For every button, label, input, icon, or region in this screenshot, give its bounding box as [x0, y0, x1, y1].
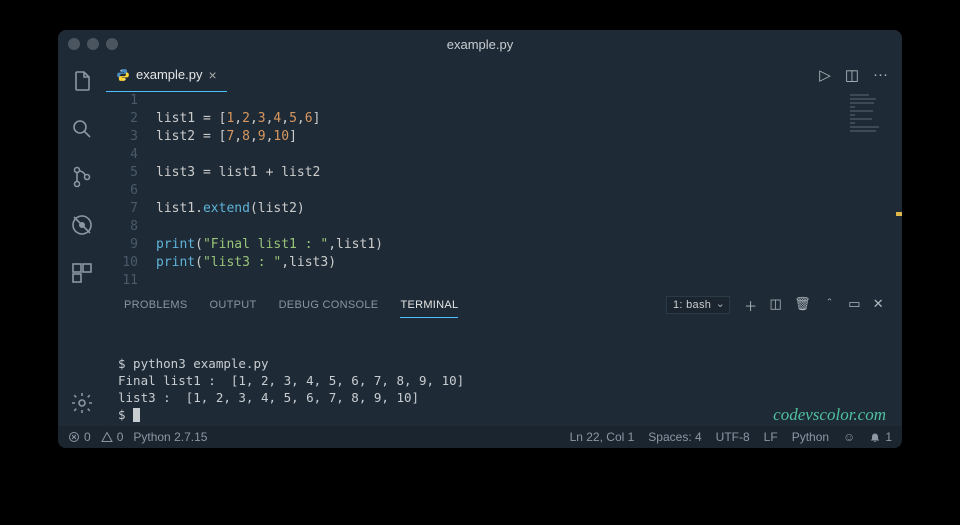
minimize-dot[interactable] [87, 38, 99, 50]
code-editor[interactable]: 1234567891011 list1 = [1,2,3,4,5,6]list2… [106, 92, 902, 288]
debug-icon[interactable] [69, 212, 95, 238]
editor-area: example.py × ▷ ◫ ··· 1234567891011 list1… [106, 58, 902, 426]
editor-actions: ▷ ◫ ··· [819, 66, 902, 84]
panel-tab-output[interactable]: OUTPUT [210, 299, 257, 311]
panel-tab-terminal[interactable]: TERMINAL [400, 299, 458, 318]
close-tab-icon[interactable]: × [208, 67, 216, 83]
python-file-icon [116, 68, 130, 82]
source-control-icon[interactable] [69, 164, 95, 190]
status-encoding[interactable]: UTF-8 [716, 430, 750, 444]
extensions-icon[interactable] [69, 260, 95, 286]
more-actions-button[interactable]: ··· [873, 66, 888, 84]
maximize-panel-up-button[interactable]: ＾ [823, 296, 836, 315]
tab-example-py[interactable]: example.py × [106, 58, 227, 92]
tab-bar: example.py × ▷ ◫ ··· [106, 58, 902, 92]
status-python-version[interactable]: Python 2.7.15 [133, 430, 207, 444]
toggle-panel-button[interactable]: ▭ [848, 296, 861, 315]
status-language[interactable]: Python [792, 430, 829, 444]
status-eol[interactable]: LF [764, 430, 778, 444]
kill-terminal-button[interactable]: 🗑 [794, 296, 811, 315]
run-button[interactable]: ▷ [819, 66, 831, 84]
panel-tab-problems[interactable]: PROBLEMS [124, 299, 188, 311]
status-notifications[interactable]: 1 [869, 430, 892, 444]
titlebar: example.py [58, 30, 902, 58]
panel-tab-debug[interactable]: DEBUG CONSOLE [279, 299, 379, 311]
panel-toolbar: 1: bash ＋ ◫ 🗑 ＾ ▭ ✕ [666, 296, 884, 315]
close-dot[interactable] [68, 38, 80, 50]
explorer-icon[interactable] [69, 68, 95, 94]
status-feedback-icon[interactable]: ☺ [843, 430, 855, 444]
status-bar: 0 0 Python 2.7.15 Ln 22, Col 1 Spaces: 4… [58, 426, 902, 448]
new-terminal-button[interactable]: ＋ [744, 296, 757, 315]
status-indent[interactable]: Spaces: 4 [648, 430, 701, 444]
activity-bar [58, 58, 106, 426]
panel-tabs: PROBLEMS OUTPUT DEBUG CONSOLE TERMINAL 1… [106, 289, 902, 321]
terminal-content[interactable]: $ python3 example.pyFinal list1 : [1, 2,… [106, 321, 902, 426]
code-content[interactable]: list1 = [1,2,3,4,5,6]list2 = [7,8,9,10]l… [156, 92, 902, 288]
bottom-panel: PROBLEMS OUTPUT DEBUG CONSOLE TERMINAL 1… [106, 288, 902, 426]
status-cursor-pos[interactable]: Ln 22, Col 1 [570, 430, 635, 444]
window-title: example.py [447, 37, 513, 52]
search-icon[interactable] [69, 116, 95, 142]
watermark: codevscolor.com [773, 406, 886, 423]
main-area: example.py × ▷ ◫ ··· 1234567891011 list1… [58, 58, 902, 426]
tab-label: example.py [136, 67, 202, 82]
close-panel-button[interactable]: ✕ [873, 296, 884, 315]
vscode-window: example.py [58, 30, 902, 448]
status-warnings[interactable]: 0 [101, 430, 124, 444]
settings-gear-icon[interactable] [69, 390, 95, 416]
minimap[interactable] [850, 94, 898, 134]
zoom-dot[interactable] [106, 38, 118, 50]
split-terminal-button[interactable]: ◫ [769, 296, 782, 315]
terminal-selector[interactable]: 1: bash [666, 296, 730, 314]
status-errors[interactable]: 0 [68, 430, 91, 444]
traffic-lights [68, 38, 118, 50]
split-editor-button[interactable]: ◫ [845, 66, 859, 84]
line-gutter: 1234567891011 [106, 92, 156, 288]
